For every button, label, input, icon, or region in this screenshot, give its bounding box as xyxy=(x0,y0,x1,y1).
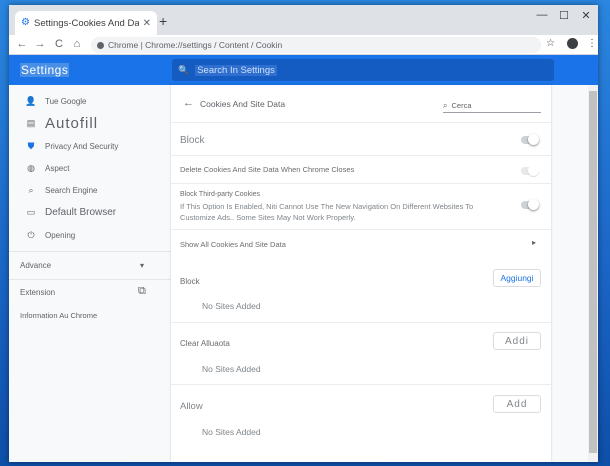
cookies-search-input[interactable]: ⌕ Cerca xyxy=(443,99,541,113)
third-party-row: Block Third-party Cookies If This Option… xyxy=(171,183,551,229)
subpage-title: Cookies And Site Data xyxy=(200,99,286,109)
show-all-label: Show All Cookies And Site Data xyxy=(180,240,286,249)
clear-on-exit-empty-text: No Sites Added xyxy=(202,364,261,374)
sidebar-item-autofill[interactable]: ▤ Autofill xyxy=(9,114,171,132)
section-divider xyxy=(171,322,551,323)
page-scrollbar[interactable] xyxy=(588,85,598,462)
delete-on-close-row: Delete Cookies And Site Data When Chrome… xyxy=(171,155,551,183)
home-button[interactable]: ⌂ xyxy=(70,38,84,50)
block-row: Block xyxy=(171,122,551,155)
chevron-right-icon: ▸ xyxy=(532,238,537,247)
sidebar-item-google[interactable]: 👤 Tue Google xyxy=(9,92,171,110)
sidebar-item-privacy[interactable]: ⛊ Privacy And Security xyxy=(9,137,171,155)
search-icon: 🔍 xyxy=(178,64,190,75)
profile-avatar[interactable] xyxy=(567,38,578,49)
add-clear-on-exit-button[interactable]: Addi xyxy=(493,332,541,350)
section-title-clear-on-exit: Clear Alluaota xyxy=(180,339,230,348)
cookies-card: ← Cookies And Site Data ⌕ Cerca Block De… xyxy=(171,85,551,462)
advanced-label: Advance xyxy=(20,260,52,270)
search-placeholder: Search In Settings xyxy=(195,64,277,76)
back-button[interactable]: ← xyxy=(15,38,29,50)
third-party-description: If This Option Is Enabled, Niti Cannot U… xyxy=(180,202,474,211)
settings-sidebar: 👤 Tue Google ▤ Autofill ⛊ Privacy And Se… xyxy=(9,85,171,462)
forward-button[interactable]: → xyxy=(33,38,47,50)
settings-header: Settings 🔍 Search In Settings xyxy=(9,55,598,85)
address-text: Chrome | Chrome://settings / Content / C… xyxy=(108,40,283,50)
reload-button[interactable]: C xyxy=(52,38,66,50)
browser-icon: ▭ xyxy=(26,206,36,217)
scrollbar-thumb[interactable] xyxy=(589,91,597,453)
block-label: Block xyxy=(180,135,205,146)
sidebar-item-label: Autofill xyxy=(45,114,99,132)
section-divider xyxy=(171,384,551,385)
delete-on-close-toggle[interactable] xyxy=(521,165,539,176)
section-title-block: Block xyxy=(180,277,200,286)
settings-main: ← Cookies And Site Data ⌕ Cerca Block De… xyxy=(171,85,598,462)
show-all-cookies-row[interactable]: Show All Cookies And Site Data ▸ xyxy=(171,229,551,258)
sidebar-divider xyxy=(9,279,171,280)
site-info-icon[interactable] xyxy=(97,41,104,49)
clipboard-icon: ▤ xyxy=(26,117,36,128)
sidebar-item-label: Tue Google xyxy=(45,96,87,106)
section-title-allow: Allow xyxy=(180,401,203,412)
minimize-button[interactable]: — xyxy=(531,9,553,21)
chevron-down-icon: ▾ xyxy=(140,260,145,270)
search-icon: ⌕ xyxy=(443,100,448,110)
sidebar-item-about-chrome[interactable]: Information Au Chrome xyxy=(20,311,97,320)
sidebar-divider xyxy=(9,251,171,252)
tab-strip: ⚙ Settings-Cookies And Data ✕ + — ☐ ✕ xyxy=(9,5,598,35)
settings-search-input[interactable]: 🔍 Search In Settings xyxy=(172,59,554,81)
shield-icon: ⛊ xyxy=(27,140,35,151)
sidebar-item-default-browser[interactable]: ▭ Default Browser xyxy=(9,203,171,221)
gear-icon: ⚙ xyxy=(21,17,30,28)
sidebar-item-appearance[interactable]: ◍ Aspect xyxy=(9,159,171,177)
block-empty-text: No Sites Added xyxy=(202,301,261,311)
external-link-icon[interactable]: ⧉ xyxy=(138,285,146,298)
search-icon: ⌕ xyxy=(28,184,34,195)
bookmark-star-icon[interactable]: ☆ xyxy=(546,38,555,49)
address-bar[interactable]: Chrome | Chrome://settings / Content / C… xyxy=(91,37,541,53)
sidebar-item-on-startup[interactable]: ⏻ Opening xyxy=(9,226,171,244)
third-party-description-2: Customize Ads.. Some Sites May Not Work … xyxy=(180,213,356,222)
close-window-button[interactable]: ✕ xyxy=(575,9,597,22)
delete-on-close-label: Delete Cookies And Site Data When Chrome… xyxy=(180,165,355,174)
tab-title: Settings-Cookies And Data xyxy=(34,17,139,29)
person-icon: 👤 xyxy=(25,95,37,106)
third-party-toggle[interactable] xyxy=(521,199,539,210)
sidebar-item-label: Opening xyxy=(45,230,76,240)
new-tab-button[interactable]: + xyxy=(159,13,167,29)
palette-icon: ◍ xyxy=(27,162,35,173)
third-party-title: Block Third-party Cookies xyxy=(180,191,261,198)
power-icon: ⏻ xyxy=(27,229,35,240)
add-allow-button[interactable]: Add xyxy=(493,395,541,413)
browser-toolbar: ← → C ⌂ Chrome | Chrome://settings / Con… xyxy=(9,35,598,55)
sidebar-item-label: Default Browser xyxy=(45,206,117,218)
sidebar-item-search-engine[interactable]: ⌕ Search Engine xyxy=(9,181,171,199)
browser-window: ⚙ Settings-Cookies And Data ✕ + — ☐ ✕ ← … xyxy=(9,5,598,462)
sidebar-item-label: Aspect xyxy=(45,163,70,173)
maximize-button[interactable]: ☐ xyxy=(553,9,575,22)
sidebar-item-label: Privacy And Security xyxy=(45,141,119,151)
block-toggle[interactable] xyxy=(521,134,539,145)
add-block-button[interactable]: Aggiungi xyxy=(493,269,541,287)
close-tab-icon[interactable]: ✕ xyxy=(143,18,151,29)
page-title: Settings xyxy=(20,63,70,77)
sidebar-advanced-toggle[interactable]: Advance ▾ xyxy=(9,256,171,274)
menu-icon[interactable]: ⋮ xyxy=(587,38,597,49)
tab-settings[interactable]: ⚙ Settings-Cookies And Data ✕ xyxy=(15,11,157,35)
sidebar-item-extensions[interactable]: Extension xyxy=(20,288,55,297)
search-value: Cerca xyxy=(451,101,472,110)
sidebar-item-label: Search Engine xyxy=(45,185,98,195)
allow-empty-text: No Sites Added xyxy=(202,427,261,437)
back-arrow-icon[interactable]: ← xyxy=(183,97,194,109)
